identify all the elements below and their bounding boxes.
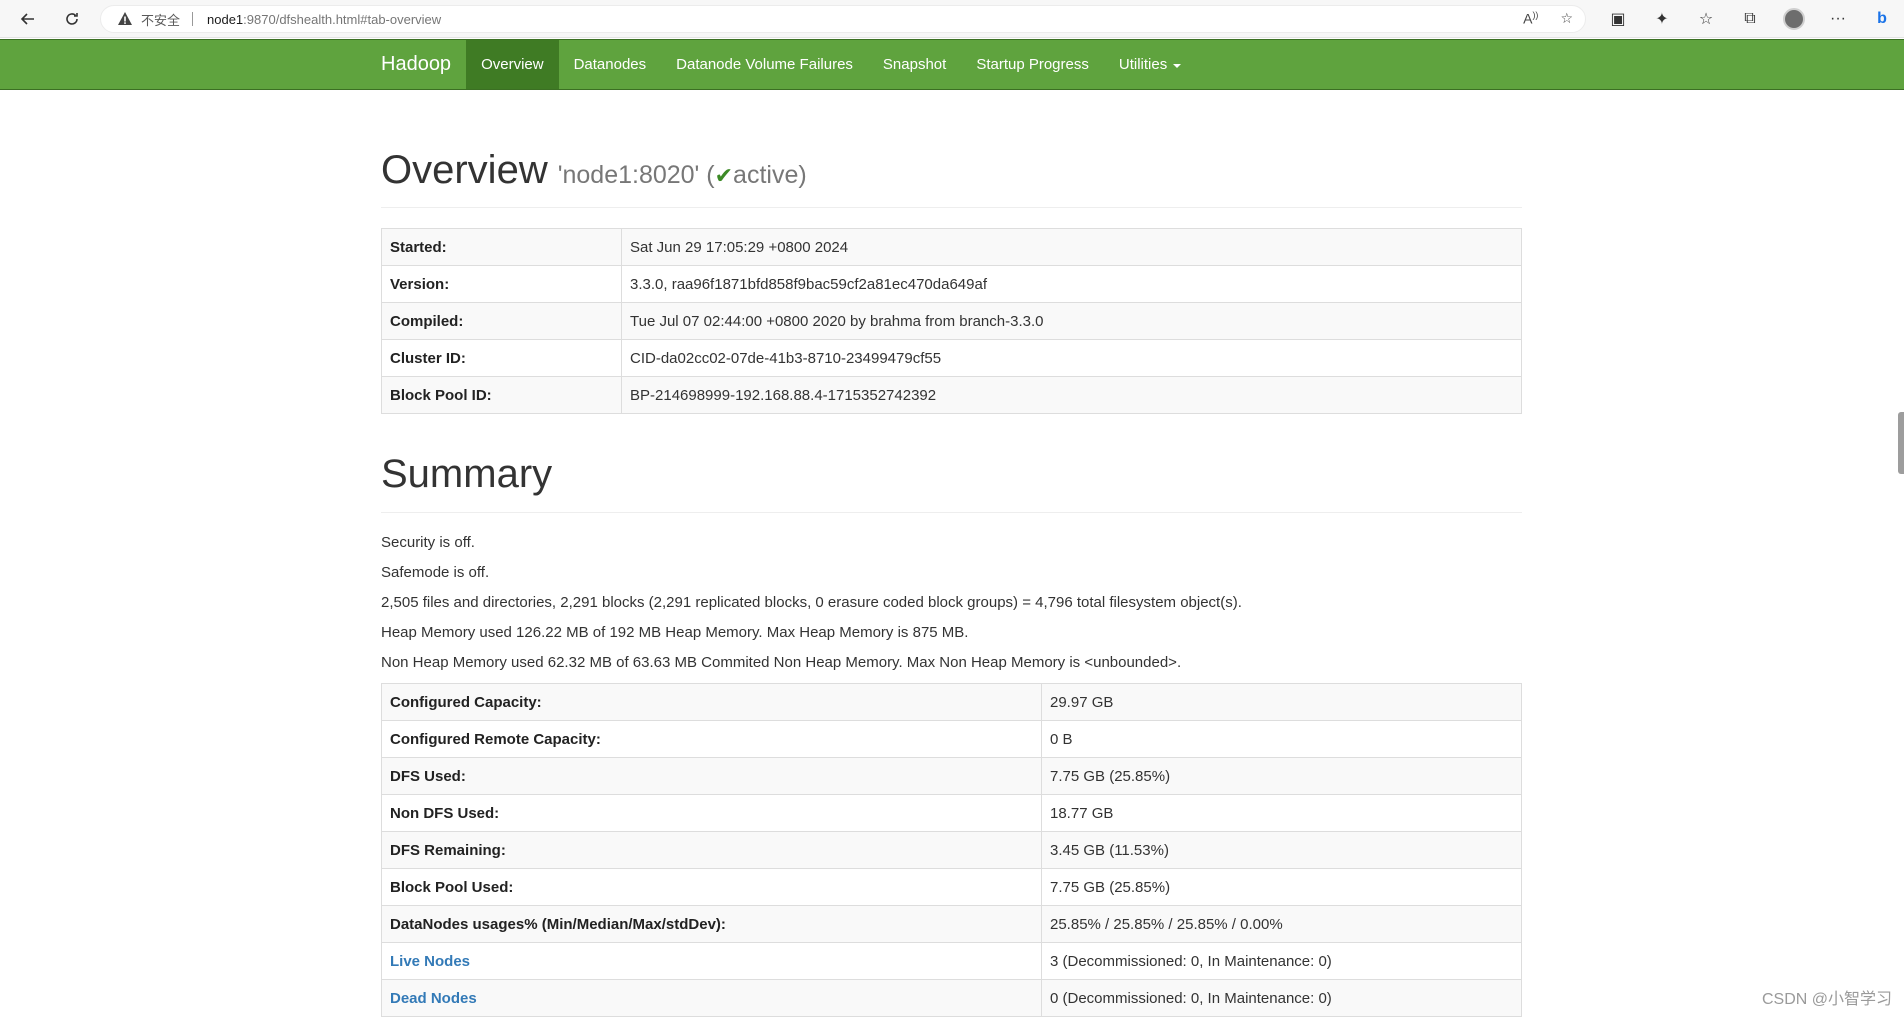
table-row: Started:Sat Jun 29 17:05:29 +0800 2024 bbox=[382, 229, 1522, 266]
tab-datanodes[interactable]: Datanodes bbox=[559, 40, 662, 89]
read-aloud-icon[interactable]: A)) bbox=[1523, 10, 1538, 27]
tab-startup-progress[interactable]: Startup Progress bbox=[961, 40, 1104, 89]
tab-snapshot[interactable]: Snapshot bbox=[868, 40, 961, 89]
namenode-state-close: ) bbox=[798, 161, 806, 189]
live-nodes-link[interactable]: Live Nodes bbox=[390, 953, 470, 970]
row-key: Started: bbox=[382, 229, 622, 266]
table-row: Block Pool Used:7.75 GB (25.85%) bbox=[382, 869, 1522, 906]
back-icon[interactable] bbox=[14, 5, 42, 33]
row-value: 3.45 GB (11.53%) bbox=[1042, 832, 1522, 869]
row-key: Cluster ID: bbox=[382, 340, 622, 377]
navbar-brand[interactable]: Hadoop bbox=[381, 40, 466, 89]
row-value: 0 B bbox=[1042, 721, 1522, 758]
namenode-state: active bbox=[733, 161, 798, 189]
row-key: DFS Remaining: bbox=[382, 832, 1042, 869]
utilities-label: Utilities bbox=[1119, 56, 1167, 73]
heap-memory: Heap Memory used 126.22 MB of 192 MB Hea… bbox=[381, 623, 1522, 653]
row-value: 7.75 GB (25.85%) bbox=[1042, 869, 1522, 906]
table-row: Version:3.3.0, raa96f1871bfd858f9bac59cf… bbox=[382, 266, 1522, 303]
refresh-icon[interactable] bbox=[58, 5, 86, 33]
row-key: Compiled: bbox=[382, 303, 622, 340]
hadoop-navbar: Hadoop Overview Datanodes Datanode Volum… bbox=[0, 39, 1904, 90]
dead-nodes-link[interactable]: Dead Nodes bbox=[390, 990, 477, 1007]
security-status: Security is off. bbox=[381, 533, 1522, 563]
overview-header: Overview 'node1:8020' (✔active) bbox=[381, 90, 1522, 208]
row-value: Tue Jul 07 02:44:00 +0800 2020 by brahma… bbox=[622, 303, 1522, 340]
summary-title: Summary bbox=[381, 452, 1522, 513]
warning-icon bbox=[117, 11, 133, 27]
summary-text: Security is off. Safemode is off. 2,505 … bbox=[381, 533, 1522, 683]
extensions-puzzle-icon[interactable]: ✦ bbox=[1640, 5, 1684, 33]
table-row: DataNodes usages% (Min/Median/Max/stdDev… bbox=[382, 906, 1522, 943]
row-value: CID-da02cc02-07de-41b3-8710-23499479cf55 bbox=[622, 340, 1522, 377]
add-favorite-icon[interactable]: ☆ bbox=[1560, 10, 1573, 27]
bing-icon[interactable]: b bbox=[1860, 5, 1904, 33]
tab-datanode-volume-failures[interactable]: Datanode Volume Failures bbox=[661, 40, 868, 89]
row-key: Block Pool Used: bbox=[382, 869, 1042, 906]
address-separator bbox=[192, 12, 193, 26]
table-row: Compiled:Tue Jul 07 02:44:00 +0800 2020 … bbox=[382, 303, 1522, 340]
table-row: Cluster ID:CID-da02cc02-07de-41b3-8710-2… bbox=[382, 340, 1522, 377]
url-host: node1 bbox=[207, 12, 243, 27]
favorites-icon[interactable]: ☆ bbox=[1684, 5, 1728, 33]
checkmark-icon: ✔ bbox=[715, 163, 733, 188]
collections-icon[interactable]: ⧉ bbox=[1728, 5, 1772, 33]
live-nodes-cell: Live Nodes bbox=[382, 943, 1042, 980]
row-value: 3.3.0, raa96f1871bfd858f9bac59cf2a81ec47… bbox=[622, 266, 1522, 303]
overview-table: Started:Sat Jun 29 17:05:29 +0800 2024 V… bbox=[381, 228, 1522, 414]
watermark: CSDN @小智学习 bbox=[1762, 985, 1892, 1009]
row-key: Non DFS Used: bbox=[382, 795, 1042, 832]
filesystem-objects: 2,505 files and directories, 2,291 block… bbox=[381, 593, 1522, 623]
browser-toolbar: 不安全 node1:9870/dfshealth.html#tab-overvi… bbox=[0, 0, 1904, 38]
non-heap-memory: Non Heap Memory used 62.32 MB of 63.63 M… bbox=[381, 653, 1522, 683]
caret-down-icon bbox=[1173, 64, 1181, 68]
profile-avatar[interactable] bbox=[1772, 5, 1816, 33]
row-value: 25.85% / 25.85% / 25.85% / 0.00% bbox=[1042, 906, 1522, 943]
row-value: 18.77 GB bbox=[1042, 795, 1522, 832]
table-row: Block Pool ID:BP-214698999-192.168.88.4-… bbox=[382, 377, 1522, 414]
row-key: DataNodes usages% (Min/Median/Max/stdDev… bbox=[382, 906, 1042, 943]
browser-extensions: ▣ ✦ ☆ ⧉ ··· b bbox=[1596, 5, 1904, 33]
url-path: :9870/dfshealth.html#tab-overview bbox=[243, 12, 441, 27]
row-value: 7.75 GB (25.85%) bbox=[1042, 758, 1522, 795]
table-row: DFS Remaining:3.45 GB (11.53%) bbox=[382, 832, 1522, 869]
row-value: 29.97 GB bbox=[1042, 684, 1522, 721]
address-actions: A)) ☆ bbox=[1523, 10, 1573, 27]
main-content: Overview 'node1:8020' (✔active) Started:… bbox=[381, 90, 1522, 1017]
extension-app-icon[interactable]: ▣ bbox=[1596, 5, 1640, 33]
table-row: Configured Capacity:29.97 GB bbox=[382, 684, 1522, 721]
more-menu-icon[interactable]: ··· bbox=[1816, 5, 1860, 33]
row-key: DFS Used: bbox=[382, 758, 1042, 795]
tab-overview[interactable]: Overview bbox=[466, 40, 559, 89]
row-key: Block Pool ID: bbox=[382, 377, 622, 414]
table-row: Live Nodes 3 (Decommissioned: 0, In Maint… bbox=[382, 943, 1522, 980]
safemode-status: Safemode is off. bbox=[381, 563, 1522, 593]
insecure-label[interactable]: 不安全 bbox=[141, 10, 180, 29]
namenode-address: 'node1:8020' (✔active) bbox=[558, 161, 807, 190]
address-bar[interactable]: 不安全 node1:9870/dfshealth.html#tab-overvi… bbox=[100, 5, 1586, 33]
page-title: Overview bbox=[381, 148, 548, 193]
table-row: DFS Used:7.75 GB (25.85%) bbox=[382, 758, 1522, 795]
row-value: BP-214698999-192.168.88.4-1715352742392 bbox=[622, 377, 1522, 414]
row-key: Version: bbox=[382, 266, 622, 303]
namenode-host: 'node1:8020' ( bbox=[558, 161, 715, 189]
scrollbar-thumb[interactable] bbox=[1898, 412, 1904, 474]
row-value: 3 (Decommissioned: 0, In Maintenance: 0) bbox=[1042, 943, 1522, 980]
tab-utilities[interactable]: Utilities bbox=[1104, 40, 1196, 89]
table-row: Dead Nodes 0 (Decommissioned: 0, In Maint… bbox=[382, 980, 1522, 1017]
summary-table: Configured Capacity:29.97 GB Configured … bbox=[381, 683, 1522, 1017]
table-row: Non DFS Used:18.77 GB bbox=[382, 795, 1522, 832]
row-key: Configured Remote Capacity: bbox=[382, 721, 1042, 758]
row-value: 0 (Decommissioned: 0, In Maintenance: 0) bbox=[1042, 980, 1522, 1017]
row-key: Configured Capacity: bbox=[382, 684, 1042, 721]
table-row: Configured Remote Capacity:0 B bbox=[382, 721, 1522, 758]
row-value: Sat Jun 29 17:05:29 +0800 2024 bbox=[622, 229, 1522, 266]
dead-nodes-cell: Dead Nodes bbox=[382, 980, 1042, 1017]
